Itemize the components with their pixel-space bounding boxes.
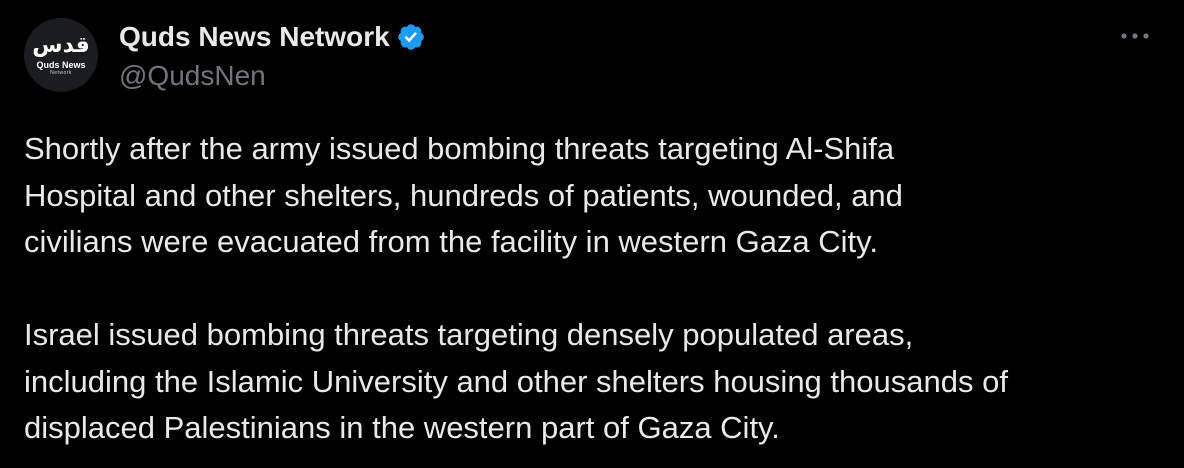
author-name-row: Quds News Network	[119, 18, 426, 56]
verified-badge-icon[interactable]	[396, 22, 426, 52]
tweet-paragraph-1: Shortly after the army issued bombing th…	[24, 131, 903, 259]
avatar-logo-mark: قدس	[32, 32, 90, 58]
avatar[interactable]: قدس Quds News Network	[24, 18, 98, 92]
tweet-text: Shortly after the army issued bombing th…	[24, 126, 1174, 452]
avatar-logo-sub: Network	[50, 69, 72, 76]
author-handle[interactable]: @QudsNen	[119, 58, 266, 94]
tweet-paragraph-2: Israel issued bombing threats targeting …	[24, 317, 1008, 445]
tweet-card: قدس Quds News Network Quds News Network …	[0, 0, 1184, 468]
avatar-logo-name: Quds News	[36, 59, 86, 70]
more-options-icon[interactable]	[1118, 24, 1152, 48]
author-display-name[interactable]: Quds News Network	[119, 19, 390, 55]
